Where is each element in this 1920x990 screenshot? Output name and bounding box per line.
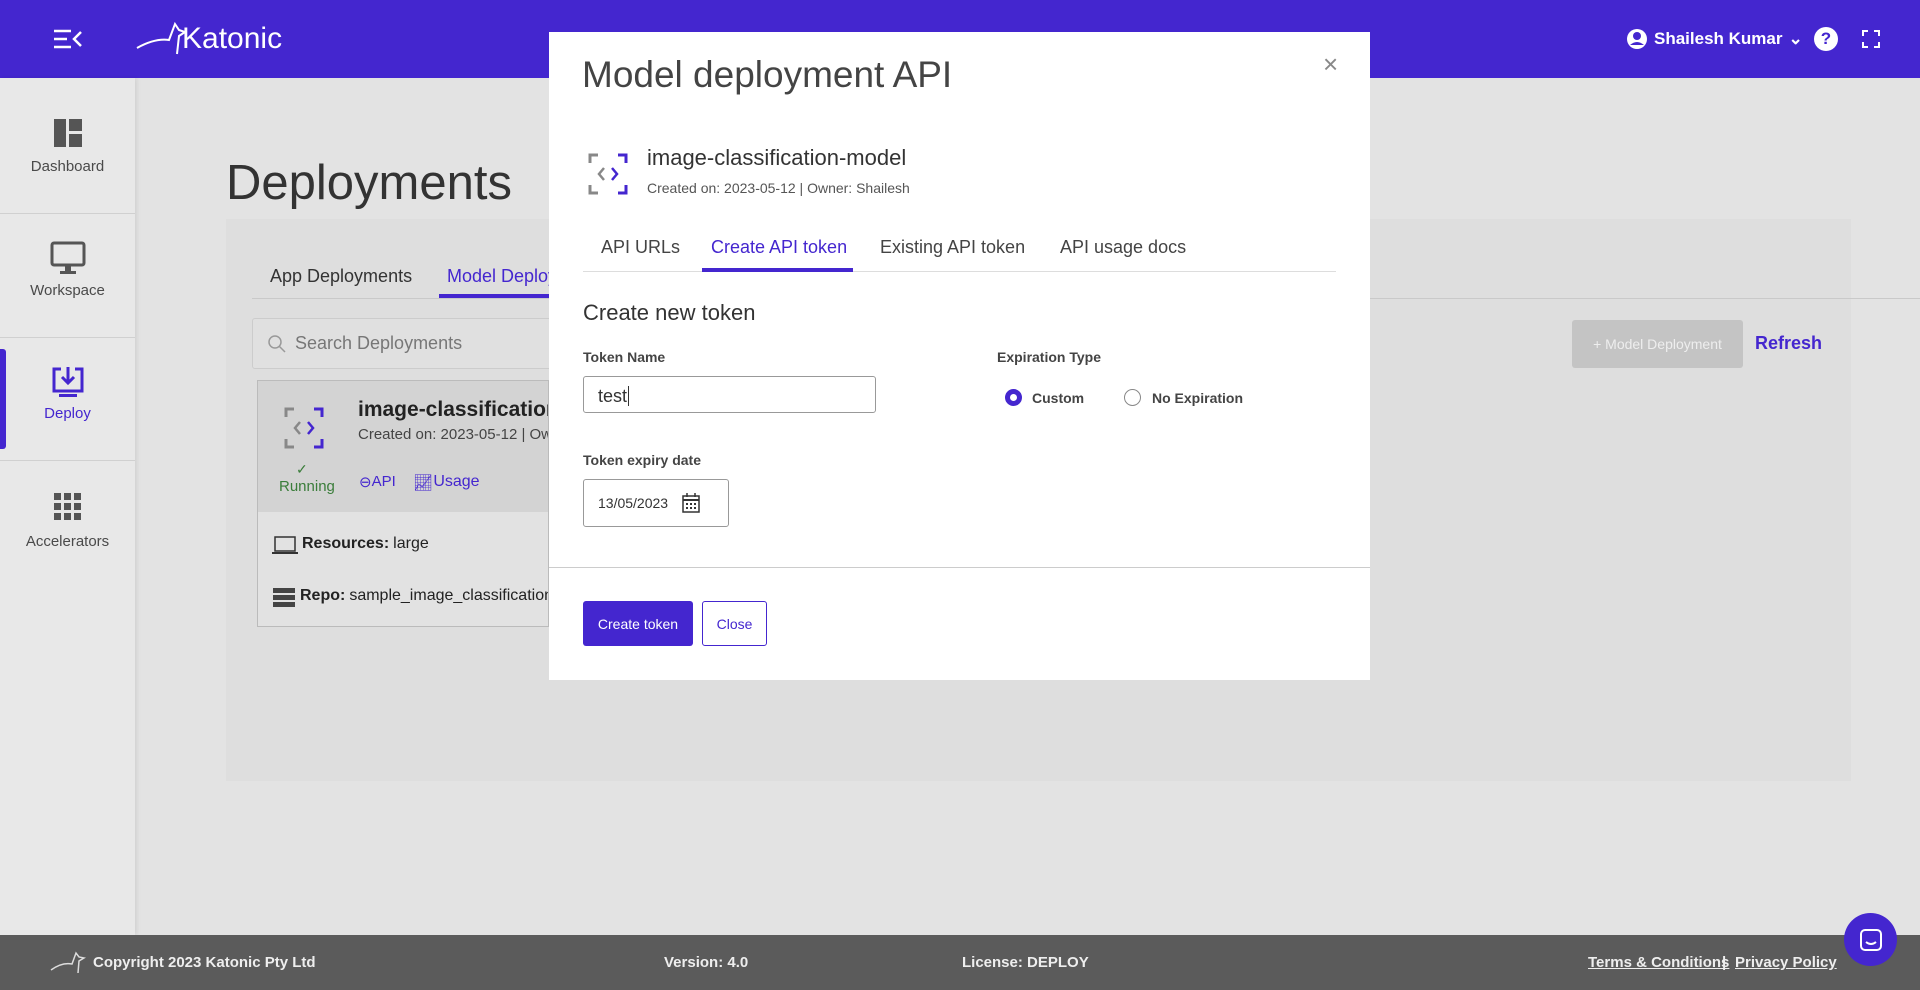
token-name-input[interactable]: test [583,376,876,413]
deploy-icon [52,367,83,397]
close-icon[interactable]: × [1323,49,1338,80]
chevron-down-icon: ⌄ [1788,29,1803,48]
repo-value: sample_image_classification_ [349,587,549,604]
calendar-icon[interactable] [682,493,700,513]
search-placeholder: Search Deployments [295,333,463,353]
resources-value: large [393,535,429,552]
create-token-button[interactable]: Create token [583,601,693,646]
usage-link[interactable]: 📈︎ Usage [413,473,480,493]
expiry-date-value: 13/05/2023 [598,495,669,511]
radio-custom[interactable] [1005,389,1022,406]
expiration-type-label: Expiration Type [997,349,1101,365]
tab-app-deployments[interactable]: App Deployments [270,266,412,287]
search-icon [268,334,286,353]
laptop-icon [272,536,298,554]
deployment-name[interactable]: image-classification-model [358,398,548,422]
menu-collapse-icon[interactable] [54,28,82,55]
api-link-label: API [371,473,396,490]
sidebar: Dashboard Workspace Deploy Accelerators [0,78,135,935]
add-model-deployment-button[interactable]: + Model Deployment [1572,320,1743,368]
kangaroo-logo-icon [50,951,86,974]
repo-row: Repo: sample_image_classification_ [272,587,549,607]
radio-custom-label[interactable]: Custom [1032,390,1084,406]
sidebar-item-dashboard[interactable]: Dashboard [0,118,135,175]
tab-create-api-token[interactable]: Create API token [711,237,847,258]
sidebar-item-label: Workspace [30,282,105,299]
status-check-icon: ✓ [296,461,308,477]
privacy-link[interactable]: Privacy Policy [1735,954,1837,971]
sidebar-item-accelerators[interactable]: Accelerators [0,493,135,550]
code-model-icon [284,407,324,449]
sidebar-item-workspace[interactable]: Workspace [0,241,135,299]
chat-button[interactable] [1844,913,1897,966]
copyright-text: Copyright 2023 Katonic Pty Ltd [93,954,316,971]
sidebar-item-label: Dashboard [30,158,105,175]
page-title: Deployments [226,156,512,210]
fullscreen-icon[interactable] [1862,30,1880,53]
sidebar-item-label: Accelerators [25,533,110,550]
api-link[interactable]: ⊖ API [359,473,396,491]
section-title: Create new token [583,300,756,325]
radio-no-expiration[interactable] [1124,389,1141,406]
deployment-card[interactable]: ✓ Running image-classification-model Cre… [257,380,549,627]
token-name-label: Token Name [583,349,666,365]
sidebar-item-label: Deploy [44,405,91,422]
tab-api-usage-docs[interactable]: API usage docs [1060,237,1186,258]
katonic-logo[interactable]: Katonic [135,20,282,56]
token-name-value: test [598,386,628,406]
server-icon [273,588,295,607]
help-icon[interactable]: ? [1814,27,1838,51]
code-model-icon [588,153,628,195]
model-deployment-api-modal: Model deployment API × image-classificat… [549,32,1370,680]
link-icon: ⊖ [359,474,372,491]
dashboard-icon [53,119,82,147]
footer: Copyright 2023 Katonic Pty Ltd Version: … [0,935,1920,990]
terms-link[interactable]: Terms & Conditions [1588,954,1729,971]
user-name: Shailesh Kumar [1654,29,1783,48]
token-expiry-label: Token expiry date [583,452,702,468]
chart-icon: 📈︎ [413,475,434,492]
resources-label: Resources: [302,535,390,552]
tab-api-urls[interactable]: API URLs [601,237,680,258]
token-expiry-date-input[interactable]: 13/05/2023 [583,479,729,527]
modal-title: Model deployment API [582,54,953,95]
grid-icon [53,493,81,520]
user-avatar-icon [1627,29,1647,49]
status-badge: Running [279,478,335,495]
footer-separator: | [1722,954,1727,971]
resources-row: Resources: large [272,535,429,555]
search-input[interactable]: Search Deployments [252,318,562,369]
monitor-icon [50,241,85,274]
tab-model-deployments[interactable]: Model Deployments [447,266,552,287]
radio-no-expiration-label[interactable]: No Expiration [1152,390,1243,406]
repo-label: Repo: [300,587,346,604]
model-meta: Created on: 2023-05-12 | Owner: Shailesh [647,180,910,196]
model-name: image-classification-model [647,145,907,170]
version-text: Version: 4.0 [664,954,749,971]
refresh-button[interactable]: Refresh [1755,333,1822,354]
sidebar-item-deploy[interactable]: Deploy [0,365,135,422]
user-menu[interactable]: Shailesh Kumar ⌄ [1626,28,1803,50]
active-tab-underline [702,268,853,272]
close-button[interactable]: Close [702,601,767,646]
license-text: License: DEPLOY [962,954,1089,971]
brand-name: Katonic [182,22,283,55]
usage-link-label: Usage [433,473,480,490]
chat-icon [1859,928,1882,951]
deployment-meta: Created on: 2023-05-12 | Owner: Shailesh [358,426,548,443]
tab-existing-api-token[interactable]: Existing API token [880,237,1025,258]
